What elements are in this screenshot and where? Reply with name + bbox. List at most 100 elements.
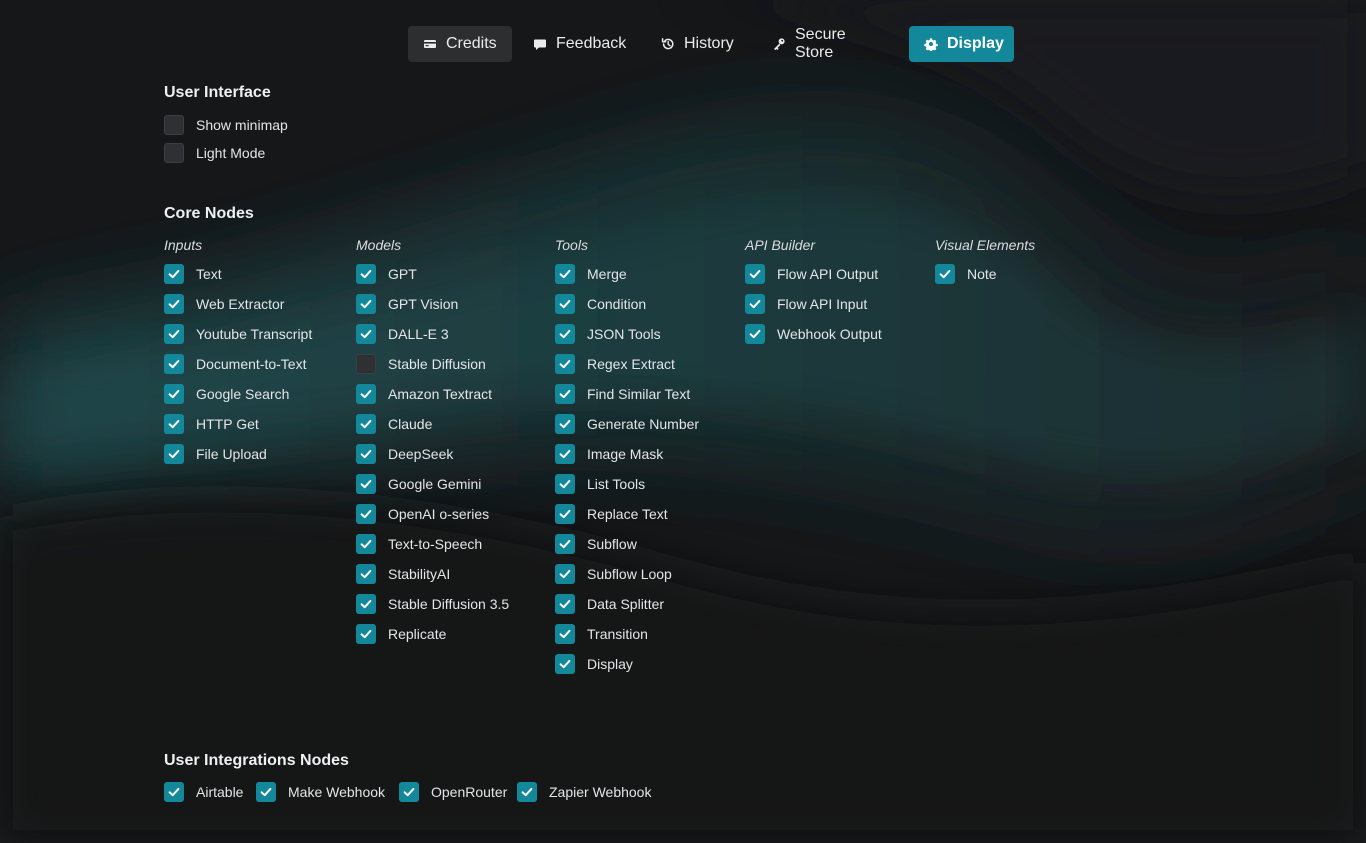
checkbox-note[interactable]: Note	[935, 264, 997, 284]
checkbox-openrouter[interactable]: OpenRouter	[399, 782, 507, 802]
checkbox-replicate[interactable]: Replicate	[356, 624, 446, 644]
checkbox-checked-icon[interactable]	[356, 444, 376, 464]
checkbox-light-mode[interactable]: Light Mode	[164, 143, 265, 163]
checkbox-airtable[interactable]: Airtable	[164, 782, 243, 802]
checkbox-google-gemini[interactable]: Google Gemini	[356, 474, 481, 494]
checkbox-label: DeepSeek	[388, 446, 454, 462]
checkbox-claude[interactable]: Claude	[356, 414, 432, 434]
checkbox-checked-icon[interactable]	[256, 782, 276, 802]
checkbox-webhook-output[interactable]: Webhook Output	[745, 324, 882, 344]
checkbox-stable-diffusion-3-5[interactable]: Stable Diffusion 3.5	[356, 594, 509, 614]
checkbox-unchecked-icon[interactable]	[164, 115, 184, 135]
checkbox-checked-icon[interactable]	[164, 384, 184, 404]
checkbox-data-splitter[interactable]: Data Splitter	[555, 594, 664, 614]
checkbox-subflow[interactable]: Subflow	[555, 534, 637, 554]
checkbox-checked-icon[interactable]	[356, 414, 376, 434]
checkbox-condition[interactable]: Condition	[555, 294, 646, 314]
checkbox-checked-icon[interactable]	[399, 782, 419, 802]
checkbox-checked-icon[interactable]	[555, 654, 575, 674]
checkbox-label: Regex Extract	[587, 356, 675, 372]
checkbox-subflow-loop[interactable]: Subflow Loop	[555, 564, 672, 584]
checkbox-deepseek[interactable]: DeepSeek	[356, 444, 453, 464]
checkbox-checked-icon[interactable]	[555, 624, 575, 644]
checkbox-checked-icon[interactable]	[555, 534, 575, 554]
checkbox-document-to-text[interactable]: Document-to-Text	[164, 354, 306, 374]
checkbox-checked-icon[interactable]	[555, 324, 575, 344]
checkbox-checked-icon[interactable]	[555, 294, 575, 314]
checkbox-checked-icon[interactable]	[555, 474, 575, 494]
tab-feedback[interactable]: Feedback	[518, 26, 642, 62]
checkbox-checked-icon[interactable]	[164, 444, 184, 464]
checkbox-flow-api-output[interactable]: Flow API Output	[745, 264, 878, 284]
checkbox-checked-icon[interactable]	[555, 444, 575, 464]
checkbox-unchecked-icon[interactable]	[164, 143, 184, 163]
checkbox-label: Replicate	[388, 626, 447, 642]
checkbox-openai-o-series[interactable]: OpenAI o-series	[356, 504, 489, 524]
checkbox-checked-icon[interactable]	[745, 264, 765, 284]
checkbox-checked-icon[interactable]	[356, 624, 376, 644]
checkbox-checked-icon[interactable]	[745, 324, 765, 344]
checkbox-json-tools[interactable]: JSON Tools	[555, 324, 661, 344]
checkbox-display[interactable]: Display	[555, 654, 633, 674]
checkbox-checked-icon[interactable]	[555, 414, 575, 434]
checkbox-checked-icon[interactable]	[356, 474, 376, 494]
checkbox-checked-icon[interactable]	[555, 264, 575, 284]
checkbox-checked-icon[interactable]	[164, 782, 184, 802]
checkbox-checked-icon[interactable]	[164, 294, 184, 314]
checkbox-stabilityai[interactable]: StabilityAI	[356, 564, 450, 584]
checkbox-make-webhook[interactable]: Make Webhook	[256, 782, 385, 802]
tab-credits[interactable]: Credits	[408, 26, 512, 62]
checkbox-checked-icon[interactable]	[356, 534, 376, 554]
checkbox-merge[interactable]: Merge	[555, 264, 627, 284]
checkbox-text-to-speech[interactable]: Text-to-Speech	[356, 534, 482, 554]
checkbox-checked-icon[interactable]	[356, 324, 376, 344]
checkbox-find-similar-text[interactable]: Find Similar Text	[555, 384, 690, 404]
checkbox-checked-icon[interactable]	[164, 414, 184, 434]
checkbox-youtube-transcript[interactable]: Youtube Transcript	[164, 324, 312, 344]
checkbox-checked-icon[interactable]	[356, 594, 376, 614]
checkbox-label: Light Mode	[196, 145, 266, 161]
checkbox-checked-icon[interactable]	[555, 354, 575, 374]
checkbox-checked-icon[interactable]	[555, 384, 575, 404]
checkbox-checked-icon[interactable]	[555, 594, 575, 614]
checkbox-checked-icon[interactable]	[164, 354, 184, 374]
checkbox-checked-icon[interactable]	[164, 324, 184, 344]
checkbox-checked-icon[interactable]	[356, 564, 376, 584]
checkbox-image-mask[interactable]: Image Mask	[555, 444, 663, 464]
checkbox-checked-icon[interactable]	[745, 294, 765, 314]
checkbox-list-tools[interactable]: List Tools	[555, 474, 645, 494]
checkbox-regex-extract[interactable]: Regex Extract	[555, 354, 675, 374]
checkbox-web-extractor[interactable]: Web Extractor	[164, 294, 284, 314]
checkbox-checked-icon[interactable]	[356, 264, 376, 284]
checkbox-dall-e-3[interactable]: DALL-E 3	[356, 324, 449, 344]
checkbox-generate-number[interactable]: Generate Number	[555, 414, 699, 434]
checkbox-amazon-textract[interactable]: Amazon Textract	[356, 384, 492, 404]
column-title-tools: Tools	[555, 237, 588, 253]
checkbox-checked-icon[interactable]	[517, 782, 537, 802]
checkbox-checked-icon[interactable]	[164, 264, 184, 284]
checkbox-label: Display	[587, 656, 633, 672]
checkbox-text[interactable]: Text	[164, 264, 222, 284]
checkbox-checked-icon[interactable]	[356, 504, 376, 524]
checkbox-checked-icon[interactable]	[356, 294, 376, 314]
checkbox-replace-text[interactable]: Replace Text	[555, 504, 668, 524]
checkbox-checked-icon[interactable]	[356, 384, 376, 404]
tab-display[interactable]: Display	[909, 26, 1014, 62]
checkbox-gpt[interactable]: GPT	[356, 264, 417, 284]
checkbox-checked-icon[interactable]	[555, 504, 575, 524]
checkbox-unchecked-icon[interactable]	[356, 354, 376, 374]
checkbox-flow-api-input[interactable]: Flow API Input	[745, 294, 867, 314]
tab-secure-store[interactable]: Secure Store	[757, 26, 903, 62]
checkbox-gpt-vision[interactable]: GPT Vision	[356, 294, 458, 314]
checkbox-file-upload[interactable]: File Upload	[164, 444, 267, 464]
tab-history[interactable]: History	[646, 26, 753, 62]
checkbox-http-get[interactable]: HTTP Get	[164, 414, 259, 434]
checkbox-google-search[interactable]: Google Search	[164, 384, 289, 404]
checkbox-transition[interactable]: Transition	[555, 624, 648, 644]
checkbox-stable-diffusion[interactable]: Stable Diffusion	[356, 354, 486, 374]
checkbox-checked-icon[interactable]	[935, 264, 955, 284]
checkbox-label: File Upload	[196, 446, 267, 462]
checkbox-zapier-webhook[interactable]: Zapier Webhook	[517, 782, 651, 802]
checkbox-checked-icon[interactable]	[555, 564, 575, 584]
checkbox-show-minimap[interactable]: Show minimap	[164, 115, 288, 135]
